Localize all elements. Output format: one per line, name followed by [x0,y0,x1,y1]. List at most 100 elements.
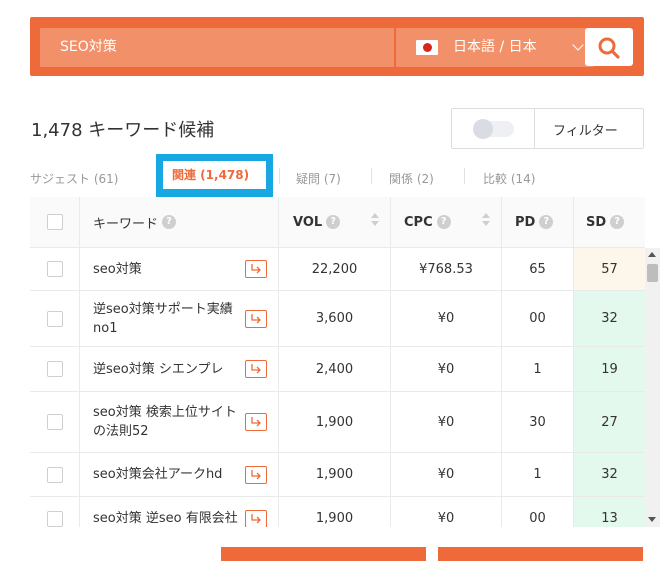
table-row: seo対策会社アークhd 1,900 ¥0 1 32 [30,453,645,497]
filter-button[interactable]: フィルター [553,120,618,139]
pd-cell: 65 [502,248,574,290]
pd-cell: 30 [502,392,574,452]
tab-related[interactable]: 関連 (1,478) [163,161,266,189]
search-input[interactable]: SEO対策 [40,28,394,67]
select-all-checkbox[interactable] [46,214,63,230]
scroll-down-arrow-icon[interactable] [648,517,656,522]
cpc-cell: ¥0 [391,291,502,346]
keyword-text: seo対策 検索上位サイトの法則52 [93,405,237,439]
table-row: 逆seo対策 シエンプレ 2,400 ¥0 1 19 [30,347,645,392]
row-checkbox-cell [30,248,80,290]
vol-cell: 1,900 [279,453,391,496]
row-checkbox[interactable] [46,310,63,327]
sd-cell: 57 [574,248,645,290]
language-label: 日本語 / 日本 [453,39,537,55]
keyword-text: seo対策会社アークhd [93,467,223,482]
keyword-text: 逆seo対策 シエンプレ [93,361,224,377]
vol-cell: 3,600 [279,291,391,346]
search-icon [598,37,620,59]
open-keyword-icon[interactable] [245,509,267,527]
filter-toggle[interactable] [473,119,514,139]
header-keyword-label: キーワード [93,216,159,232]
vol-cell: 22,200 [279,248,391,290]
help-icon: ? [162,215,177,229]
cpc-cell: ¥0 [391,497,502,527]
pd-cell: 1 [502,347,574,391]
language-select[interactable]: 日本語 / 日本 [396,28,594,67]
scroll-up-arrow-icon[interactable] [648,252,656,257]
tab-suggest[interactable]: サジェスト (61) [30,170,118,187]
keyword-cell: 逆seo対策 シエンプレ [80,347,279,391]
sd-cell: 19 [574,347,645,391]
header-sd-label: SD [586,214,607,230]
sd-cell: 32 [574,453,645,496]
bottom-action-button-right[interactable] [438,547,643,561]
toggle-knob [473,119,493,139]
chevron-down-icon [572,39,584,51]
table-row: seo対策 22,200 ¥768.53 65 57 [30,248,645,291]
table-row: seo対策 逆seo 有限会社 1,900 ¥0 00 13 [30,497,645,527]
row-checkbox-cell [30,497,80,527]
help-icon: ? [539,215,554,229]
search-button[interactable] [585,28,633,66]
row-checkbox[interactable] [46,261,63,277]
row-checkbox[interactable] [46,414,63,430]
scroll-thumb[interactable] [647,264,658,282]
cpc-cell: ¥0 [391,453,502,496]
table-header-row: キーワード? VOL? CPC? PD? SD? [30,197,645,248]
keyword-table: キーワード? VOL? CPC? PD? SD? seo対策 22,200 ¥7… [30,197,660,527]
tab-divider [371,168,372,184]
cpc-cell: ¥0 [391,347,502,391]
header-keyword[interactable]: キーワード? [80,197,279,247]
sort-icon[interactable] [370,213,379,227]
open-keyword-icon[interactable] [245,309,267,328]
keyword-cell: seo対策 逆seo 有限会社 [80,497,279,527]
pd-cell: 00 [502,291,574,346]
help-icon: ? [610,215,625,229]
search-bar: SEO対策 日本語 / 日本 [30,17,644,76]
open-keyword-icon[interactable] [245,360,267,378]
keyword-cell: seo対策 検索上位サイトの法則52 [80,392,279,452]
keyword-text: seo対策 逆seo 有限会社 [93,511,238,526]
row-checkbox[interactable] [46,510,63,527]
tab-questions[interactable]: 疑問 (7) [296,170,341,187]
row-checkbox-cell [30,392,80,452]
tab-highlight-frame: 関連 (1,478) [156,154,273,199]
keyword-cell: seo対策 [80,248,279,290]
row-checkbox-cell [30,291,80,346]
open-keyword-icon[interactable] [245,413,267,431]
cpc-cell: ¥0 [391,392,502,452]
open-keyword-icon[interactable] [245,465,267,484]
row-checkbox-cell [30,347,80,391]
cpc-cell: ¥768.53 [391,248,502,290]
vol-cell: 2,400 [279,347,391,391]
tab-relation[interactable]: 関係 (2) [389,170,434,187]
header-vol-label: VOL [293,214,323,230]
header-checkbox-cell [30,197,80,247]
sort-icon[interactable] [481,213,490,227]
sd-cell: 32 [574,291,645,346]
tab-divider [464,168,465,184]
keyword-text: seo対策 [93,261,142,277]
header-vol[interactable]: VOL? [279,197,391,247]
sd-cell: 27 [574,392,645,452]
pd-cell: 00 [502,497,574,527]
header-pd[interactable]: PD? [502,197,574,247]
table-row: 逆seo対策サポート実績no1 3,600 ¥0 00 32 [30,291,645,347]
sd-cell: 13 [574,497,645,527]
row-checkbox[interactable] [46,466,63,483]
bottom-action-button-left[interactable] [221,547,426,561]
header-cpc[interactable]: CPC? [391,197,502,247]
divider [534,109,535,148]
vol-cell: 1,900 [279,392,391,452]
table-row: seo対策 検索上位サイトの法則52 1,900 ¥0 30 27 [30,392,645,453]
tab-comparison[interactable]: 比較 (14) [483,170,535,187]
header-sd[interactable]: SD? [574,197,645,247]
table-scrollbar[interactable] [645,248,660,527]
keyword-count-title: 1,478 キーワード候補 [31,120,215,141]
keyword-cell: seo対策会社アークhd [80,453,279,496]
open-keyword-icon[interactable] [245,260,267,278]
header-pd-label: PD [515,214,536,230]
vol-cell: 1,900 [279,497,391,527]
row-checkbox[interactable] [46,361,63,377]
